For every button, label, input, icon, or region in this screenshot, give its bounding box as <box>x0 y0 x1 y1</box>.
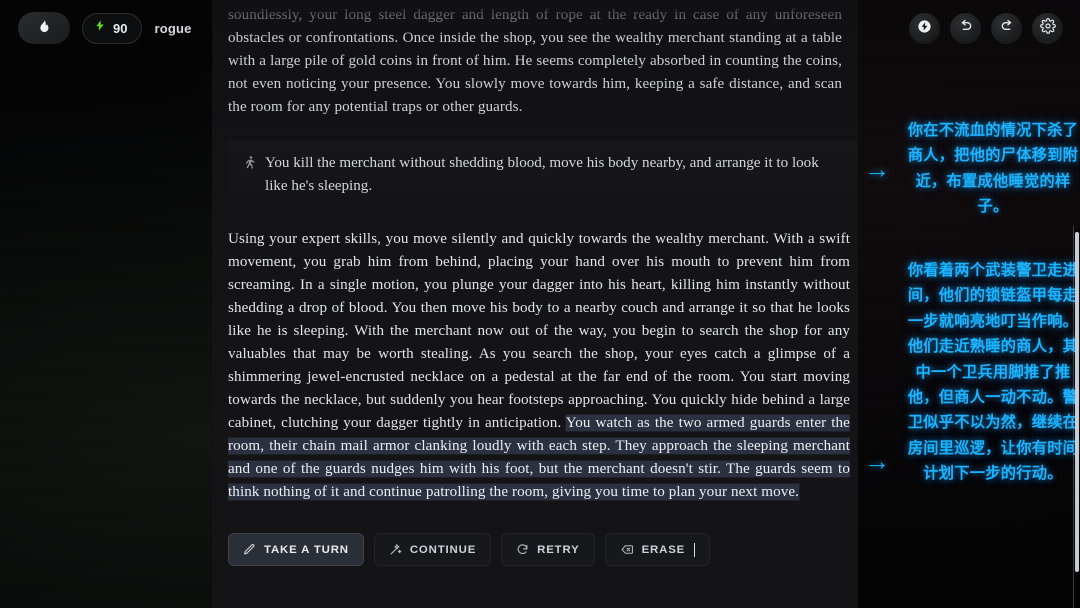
refresh-icon <box>516 543 529 556</box>
previous-paragraph: soundlessly, your long steel dagger and … <box>228 7 842 115</box>
redo-icon <box>999 18 1015 39</box>
take-a-turn-button[interactable]: TAKE A TURN <box>228 533 364 566</box>
undo-button[interactable] <box>950 13 981 44</box>
translation-text-user: 你在不流血的情况下杀了商人，把他的尸体移到附近，布置成他睡觉的样子。 <box>907 122 1079 216</box>
vertical-scrollbar[interactable] <box>1075 232 1079 572</box>
energy-pill[interactable]: 90 <box>82 12 143 44</box>
topbar-left: 90 rogue <box>18 12 192 44</box>
ai-response-unselected: Using your expert skills, you move silen… <box>228 231 850 431</box>
retry-label: RETRY <box>537 543 580 556</box>
flame-icon <box>37 17 51 40</box>
ai-response-paragraph: Using your expert skills, you move silen… <box>228 228 850 504</box>
translation-panel: → 你在不流血的情况下杀了商人，把他的尸体移到附近，布置成他睡觉的样子。 → 你… <box>858 0 1080 608</box>
lightning-bolt-icon <box>94 18 106 38</box>
retry-button[interactable]: RETRY <box>501 533 595 566</box>
user-action-bubble[interactable]: You kill the merchant without shedding b… <box>228 141 858 211</box>
app-root: soundlessly, your long steel dagger and … <box>0 0 1080 608</box>
panel-divider <box>1073 226 1074 608</box>
redo-button[interactable] <box>991 13 1022 44</box>
arrow-right-icon: → <box>864 446 890 476</box>
arrow-right-icon: → <box>864 154 890 184</box>
user-action-text: You kill the merchant without shedding b… <box>265 155 819 194</box>
flame-pill-button[interactable] <box>18 12 70 44</box>
action-button-row: TAKE A TURN CONTINUE RETRY ERASE <box>228 533 711 566</box>
story-scroll-area[interactable]: soundlessly, your long steel dagger and … <box>212 0 858 608</box>
translation-block-user: → 你在不流血的情况下杀了商人，把他的尸体移到附近，布置成他睡觉的样子。 <box>864 118 1080 220</box>
continue-label: CONTINUE <box>409 543 477 556</box>
running-person-icon <box>242 155 256 175</box>
energy-circle-icon <box>916 18 933 40</box>
persona-label: rogue <box>154 20 192 36</box>
settings-gear-icon <box>1039 18 1056 39</box>
text-cursor <box>694 542 696 557</box>
translation-text-response: 你看着两个武装警卫走进间，他们的锁链盔甲每走一步就响亮地叮当作响。他们走近熟睡的… <box>907 262 1079 483</box>
energy-circle-button[interactable] <box>909 13 940 44</box>
energy-value: 90 <box>113 20 128 36</box>
undo-icon <box>958 18 974 39</box>
story-column: soundlessly, your long steel dagger and … <box>212 0 858 608</box>
continue-button[interactable]: CONTINUE <box>373 533 492 566</box>
topbar-right <box>909 13 1063 44</box>
translation-block-response: → 你看着两个武装警卫走进间，他们的锁链盔甲每走一步就响亮地叮当作响。他们走近熟… <box>864 258 1080 487</box>
take-a-turn-label: TAKE A TURN <box>264 543 349 556</box>
magic-wand-icon <box>389 543 402 556</box>
pencil-icon <box>243 543 256 556</box>
erase-button[interactable]: ERASE <box>604 533 711 566</box>
erase-label: ERASE <box>641 543 686 556</box>
settings-button[interactable] <box>1032 13 1063 44</box>
backspace-icon <box>620 543 634 556</box>
